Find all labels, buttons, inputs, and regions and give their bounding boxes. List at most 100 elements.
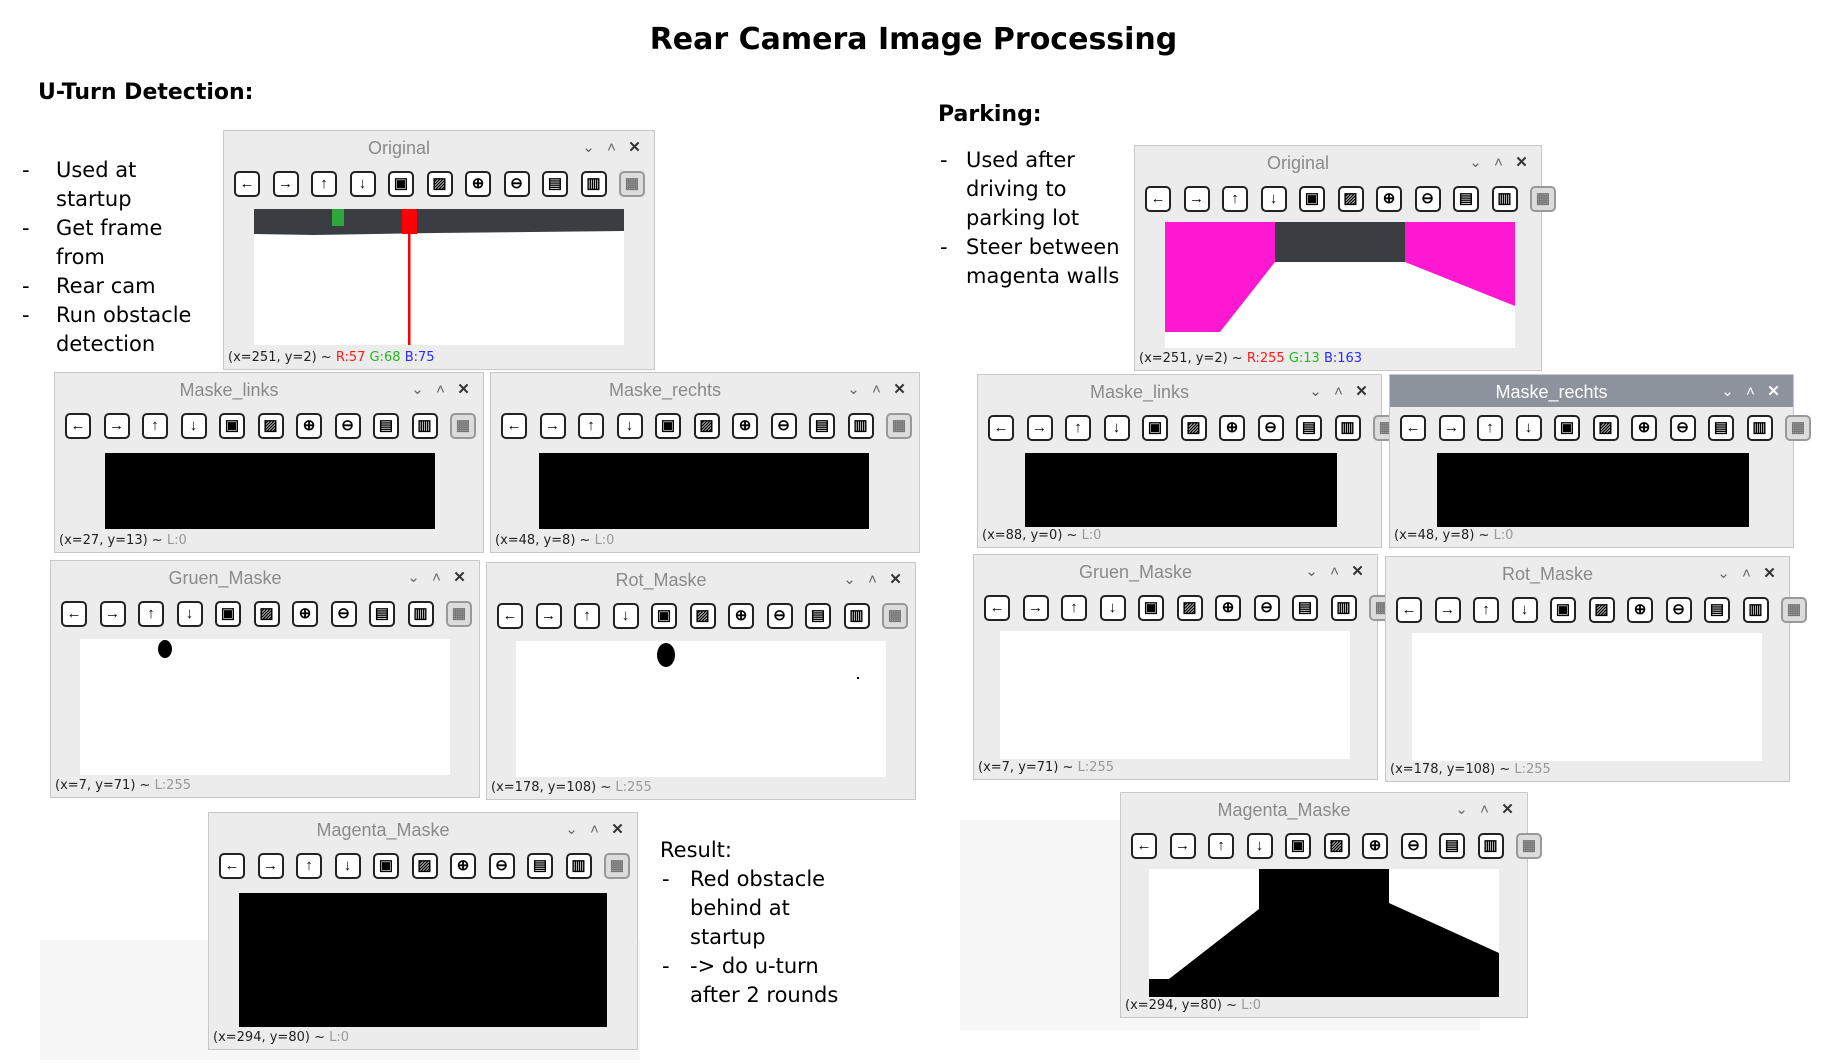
pan-left-icon[interactable]: ← <box>1145 186 1171 212</box>
save-icon[interactable]: ▤ <box>805 603 831 629</box>
zoom-in-icon[interactable]: ⊕ <box>1627 597 1653 623</box>
pan-up-icon[interactable]: ↑ <box>138 601 164 627</box>
pan-left-icon[interactable]: ← <box>1131 833 1157 859</box>
pan-up-icon[interactable]: ↑ <box>1473 597 1499 623</box>
zoom-out-icon[interactable]: ⊖ <box>1414 186 1441 212</box>
properties-icon[interactable]: ▦ <box>1785 415 1811 441</box>
pan-up-icon[interactable]: ↑ <box>1208 833 1234 859</box>
close-icon[interactable]: ✕ <box>888 380 911 398</box>
collapse-icon[interactable]: ⌄ <box>406 380 429 398</box>
gruen-maske-window[interactable]: Gruen_Maske ⌄ ˄ ✕ ← → ↑ ↓ ▣ ▨ ⊕ ⊖ ▤ ▥ ▦ (x=7, y=71) … <box>50 560 480 798</box>
title-bar[interactable]: Maske_links ⌄ ˄ ✕ <box>978 375 1381 407</box>
zoom-out-icon[interactable]: ⊖ <box>770 413 797 439</box>
maske-links-window[interactable]: Maske_links ⌄ ˄ ✕ ← → ↑ ↓ ▣ ▨ ⊕ ⊖ ▤ ▥ ▦ (x=88, y=0) … <box>977 374 1399 548</box>
zoom-in-icon[interactable]: ⊕ <box>1376 186 1402 212</box>
zoom-image-icon[interactable]: ▣ <box>373 853 399 879</box>
magenta-maske-window[interactable]: Magenta_Maske ⌄ ˄ ✕ ← → ↑ ↓ ▣ ▨ ⊕ ⊖ ▤ ▥ ▦ (x=294, y=… <box>208 812 638 1050</box>
zoom-in-icon[interactable]: ⊕ <box>1362 833 1388 859</box>
zoom-in-icon[interactable]: ⊕ <box>728 603 754 629</box>
collapse-icon[interactable]: ⌄ <box>1304 382 1327 400</box>
minimize-icon[interactable]: ˄ <box>583 821 606 838</box>
zoom-fit-icon[interactable]: ▨ <box>1180 415 1207 441</box>
title-bar[interactable]: Original ⌄ ˄ ✕ <box>224 131 654 163</box>
pan-right-icon[interactable]: → <box>1022 595 1049 621</box>
rot-maske-window[interactable]: Rot_Maske ⌄ ˄ ✕ ← → ↑ ↓ ▣ ▨ ⊕ ⊖ ▤ ▥ ▦ (x=178, y=108)… <box>1385 556 1807 782</box>
save-icon[interactable]: ▤ <box>373 413 399 439</box>
maske-links-window[interactable]: Maske_links ⌄ ˄ ✕ ← → ↑ ↓ ▣ ▨ ⊕ ⊖ ▤ ▥ ▦ (x=27, y=13)… <box>54 372 484 553</box>
pan-left-icon[interactable]: ← <box>984 595 1010 621</box>
title-bar[interactable]: Rot_Maske ⌄ ˄ ✕ <box>1386 557 1789 589</box>
zoom-in-icon[interactable]: ⊕ <box>450 853 476 879</box>
properties-icon[interactable]: ▦ <box>882 603 908 629</box>
title-bar[interactable]: Gruen_Maske ⌄ ˄ ✕ <box>51 561 479 593</box>
pan-right-icon[interactable]: → <box>1438 415 1465 441</box>
collapse-icon[interactable]: ⌄ <box>1450 800 1473 818</box>
gruen-maske-window[interactable]: Gruen_Maske ⌄ ˄ ✕ ← → ↑ ↓ ▣ ▨ ⊕ ⊖ ▤ ▥ ▦ (x=7, y=71) … <box>973 554 1395 780</box>
pan-up-icon[interactable]: ↑ <box>1222 186 1248 212</box>
pan-down-icon[interactable]: ↓ <box>612 603 639 629</box>
collapse-icon[interactable]: ⌄ <box>1464 153 1487 171</box>
zoom-fit-icon[interactable]: ▨ <box>1337 186 1364 212</box>
title-bar[interactable]: Magenta_Maske ⌄ ˄ ✕ <box>209 813 637 845</box>
close-icon[interactable]: ✕ <box>448 568 471 586</box>
zoom-fit-icon[interactable]: ▨ <box>693 413 720 439</box>
pan-up-icon[interactable]: ↑ <box>578 413 604 439</box>
minimize-icon[interactable]: ˄ <box>425 569 448 586</box>
properties-icon[interactable]: ▦ <box>886 413 912 439</box>
copy-clipboard-icon[interactable]: ▥ <box>580 171 607 197</box>
pan-left-icon[interactable]: ← <box>1396 597 1422 623</box>
pan-right-icon[interactable]: → <box>99 601 126 627</box>
collapse-icon[interactable]: ⌄ <box>842 380 865 398</box>
copy-clipboard-icon[interactable]: ▥ <box>1491 186 1518 212</box>
pan-left-icon[interactable]: ← <box>65 413 91 439</box>
zoom-image-icon[interactable]: ▣ <box>651 603 677 629</box>
title-bar[interactable]: Maske_rechts ⌄ ˄ ✕ <box>1390 375 1793 407</box>
copy-clipboard-icon[interactable]: ▥ <box>1742 597 1769 623</box>
pan-up-icon[interactable]: ↑ <box>311 171 337 197</box>
zoom-fit-icon[interactable]: ▨ <box>426 171 453 197</box>
pan-up-icon[interactable]: ↑ <box>1061 595 1087 621</box>
zoom-in-icon[interactable]: ⊕ <box>465 171 491 197</box>
zoom-fit-icon[interactable]: ▨ <box>689 603 716 629</box>
save-icon[interactable]: ▤ <box>1708 415 1734 441</box>
pan-down-icon[interactable]: ↓ <box>616 413 643 439</box>
zoom-image-icon[interactable]: ▣ <box>219 413 245 439</box>
save-icon[interactable]: ▤ <box>369 601 395 627</box>
title-bar[interactable]: Gruen_Maske ⌄ ˄ ✕ <box>974 555 1377 587</box>
pan-right-icon[interactable]: → <box>539 413 566 439</box>
zoom-fit-icon[interactable]: ▨ <box>1588 597 1615 623</box>
zoom-in-icon[interactable]: ⊕ <box>1631 415 1657 441</box>
pan-right-icon[interactable]: → <box>257 853 284 879</box>
pan-left-icon[interactable]: ← <box>61 601 87 627</box>
zoom-image-icon[interactable]: ▣ <box>1550 597 1576 623</box>
maske-rechts-window[interactable]: Maske_rechts ⌄ ˄ ✕ ← → ↑ ↓ ▣ ▨ ⊕ ⊖ ▤ ▥ ▦ (x=48, y=8)… <box>490 372 920 553</box>
pan-up-icon[interactable]: ↑ <box>1477 415 1503 441</box>
zoom-image-icon[interactable]: ▣ <box>215 601 241 627</box>
collapse-icon[interactable]: ⌄ <box>1300 562 1323 580</box>
title-bar[interactable]: Maske_rechts ⌄ ˄ ✕ <box>491 373 919 405</box>
zoom-out-icon[interactable]: ⊖ <box>330 601 357 627</box>
pan-left-icon[interactable]: ← <box>501 413 527 439</box>
properties-icon[interactable]: ▦ <box>1530 186 1556 212</box>
copy-clipboard-icon[interactable]: ▥ <box>1334 415 1361 441</box>
title-bar[interactable]: Magenta_Maske ⌄ ˄ ✕ <box>1121 793 1527 825</box>
save-icon[interactable]: ▤ <box>527 853 553 879</box>
pan-down-icon[interactable]: ↓ <box>1515 415 1542 441</box>
save-icon[interactable]: ▤ <box>1453 186 1479 212</box>
pan-down-icon[interactable]: ↓ <box>1103 415 1130 441</box>
minimize-icon[interactable]: ˄ <box>861 571 884 588</box>
pan-down-icon[interactable]: ↓ <box>1260 186 1287 212</box>
copy-clipboard-icon[interactable]: ▥ <box>843 603 870 629</box>
copy-clipboard-icon[interactable]: ▥ <box>1330 595 1357 621</box>
close-icon[interactable]: ✕ <box>1762 382 1785 400</box>
close-icon[interactable]: ✕ <box>1350 382 1373 400</box>
zoom-in-icon[interactable]: ⊕ <box>292 601 318 627</box>
pan-down-icon[interactable]: ↓ <box>1099 595 1126 621</box>
copy-clipboard-icon[interactable]: ▥ <box>565 853 592 879</box>
pan-right-icon[interactable]: → <box>535 603 562 629</box>
pan-down-icon[interactable]: ↓ <box>180 413 207 439</box>
zoom-out-icon[interactable]: ⊖ <box>1257 415 1284 441</box>
title-bar[interactable]: Original ⌄ ˄ ✕ <box>1135 146 1541 178</box>
properties-icon[interactable]: ▦ <box>1781 597 1807 623</box>
collapse-icon[interactable]: ⌄ <box>402 568 425 586</box>
